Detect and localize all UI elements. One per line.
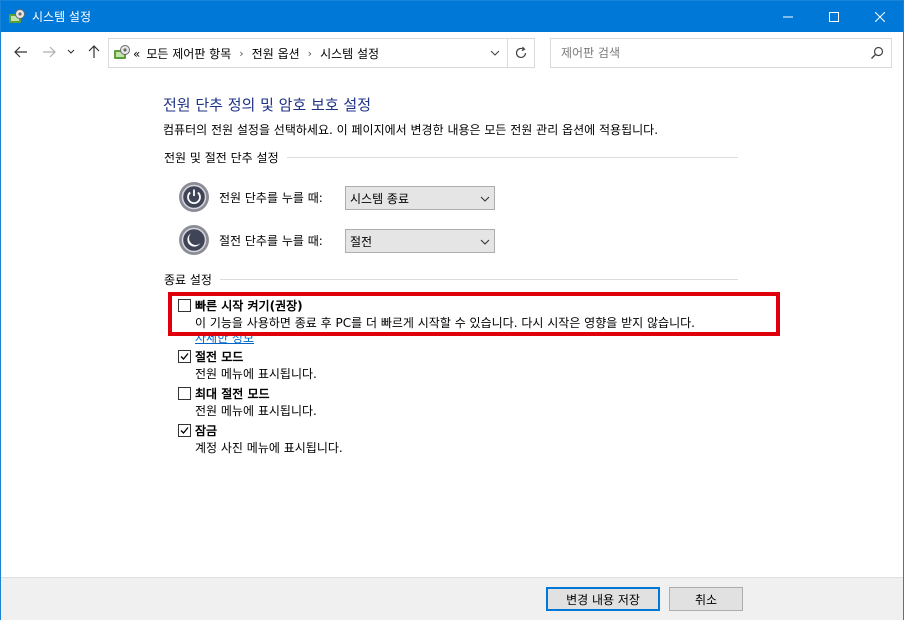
breadcrumb-power-options[interactable]: 전원 옵션 — [252, 45, 300, 62]
lock-checkbox[interactable] — [178, 424, 191, 437]
sleep-button-action-value: 절전 — [350, 235, 373, 249]
control-panel-icon — [113, 44, 131, 62]
power-button-action-select[interactable]: 시스템 종료 — [345, 186, 495, 210]
lock-title[interactable]: 잠금 — [195, 422, 217, 439]
power-button-action-value: 시스템 종료 — [350, 192, 410, 206]
refresh-button[interactable] — [508, 38, 535, 68]
lock-description: 계정 사진 메뉴에 표시됩니다. — [195, 441, 343, 455]
sleep-button-icon — [178, 224, 210, 256]
power-button-icon — [178, 181, 210, 213]
search-icon[interactable] — [869, 45, 885, 61]
chevron-down-icon — [480, 236, 490, 246]
chevron-down-icon — [480, 193, 490, 203]
hibernate-title[interactable]: 최대 절전 모드 — [195, 385, 270, 402]
control-panel-app-icon — [8, 8, 26, 26]
fast-startup-highlight-box — [168, 292, 780, 336]
breadcrumb-overflow[interactable]: « — [133, 47, 140, 61]
forward-arrow-icon[interactable] — [39, 42, 59, 62]
navigation-bar: « 모든 제어판 항목 › 전원 옵션 › 시스템 설정 — [1, 32, 903, 72]
section-divider — [164, 279, 738, 280]
address-dropdown-chevron-icon[interactable] — [487, 46, 503, 60]
breadcrumb: « 모든 제어판 항목 › 전원 옵션 › 시스템 설정 — [133, 45, 379, 62]
address-bar[interactable]: « 모든 제어판 항목 › 전원 옵션 › 시스템 설정 — [108, 38, 508, 68]
checkmark-icon — [180, 427, 189, 434]
shutdown-section-title: 종료 설정 — [164, 271, 220, 288]
hibernate-checkbox[interactable] — [178, 387, 191, 400]
page-title: 전원 단추 정의 및 암호 보호 설정 — [163, 96, 372, 114]
power-section-title: 전원 및 절전 단추 설정 — [164, 149, 287, 166]
hibernate-description: 전원 메뉴에 표시됩니다. — [195, 404, 317, 418]
sleep-mode-description: 전원 메뉴에 표시됩니다. — [195, 367, 317, 381]
sleep-button-row: 절전 단추를 누를 때: 절전 — [178, 224, 508, 256]
sleep-button-label: 절전 단추를 누를 때: — [219, 234, 323, 248]
breadcrumb-system-settings[interactable]: 시스템 설정 — [320, 45, 379, 62]
up-arrow-icon[interactable] — [84, 42, 104, 62]
sleep-button-action-select[interactable]: 절전 — [345, 229, 495, 253]
footer-bar: 변경 내용 저장 취소 — [1, 577, 903, 620]
sleep-mode-title[interactable]: 절전 모드 — [195, 348, 243, 365]
close-button[interactable] — [857, 1, 903, 32]
search-box[interactable] — [550, 38, 892, 68]
maximize-button[interactable] — [811, 1, 857, 32]
checkmark-icon — [180, 353, 189, 360]
system-settings-window: 시스템 설정 « 모든 제어판 항목 › 전원 옵션 › 시스템 설정 제어판 … — [0, 0, 904, 620]
breadcrumb-separator-icon[interactable]: › — [239, 47, 243, 60]
back-arrow-icon[interactable] — [11, 42, 31, 62]
power-button-label: 전원 단추를 누를 때: — [219, 191, 323, 205]
cancel-button[interactable]: 취소 — [669, 587, 743, 611]
save-changes-button[interactable]: 변경 내용 저장 — [546, 587, 660, 611]
minimize-button[interactable] — [765, 1, 811, 32]
title-bar[interactable]: 시스템 설정 — [1, 1, 903, 32]
refresh-icon — [515, 46, 527, 59]
power-button-row: 전원 단추를 누를 때: 시스템 종료 — [178, 181, 508, 213]
sleep-mode-checkbox[interactable] — [178, 350, 191, 363]
breadcrumb-all-control-panel-items[interactable]: 모든 제어판 항목 — [146, 45, 231, 62]
page-description: 컴퓨터의 전원 설정을 선택하세요. 이 페이지에서 변경한 내용은 모든 전원… — [163, 123, 659, 137]
recent-locations-chevron-icon[interactable] — [64, 42, 78, 62]
breadcrumb-separator-icon[interactable]: › — [308, 47, 312, 60]
search-input[interactable] — [559, 44, 863, 62]
window-title: 시스템 설정 — [32, 10, 92, 24]
